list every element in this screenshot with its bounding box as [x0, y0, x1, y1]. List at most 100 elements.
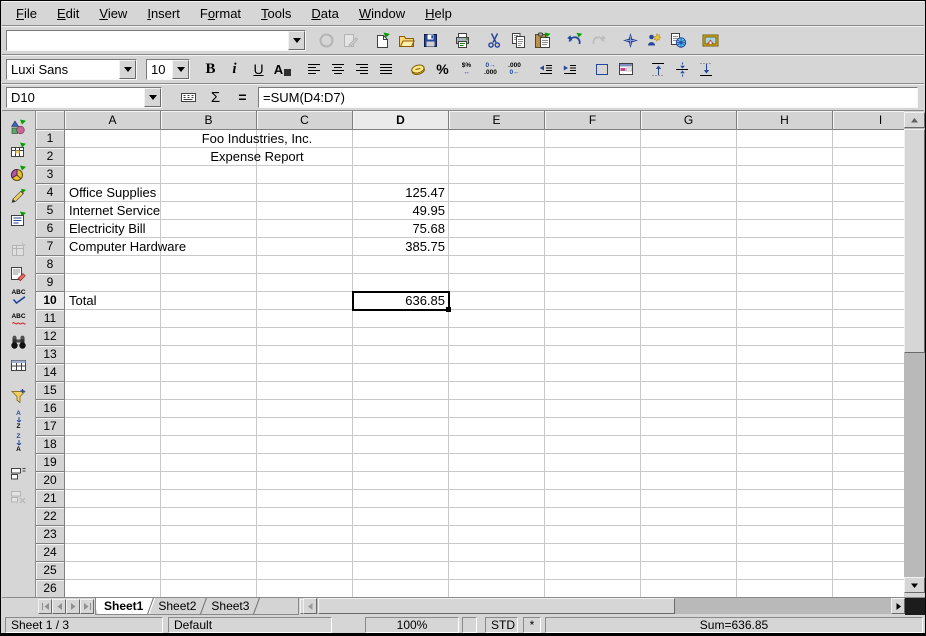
vertical-scrollbar-thumb[interactable] — [904, 129, 925, 353]
align-left-icon[interactable] — [303, 58, 326, 81]
scroll-right-button[interactable] — [891, 598, 905, 614]
font-color-icon[interactable]: A — [271, 58, 294, 81]
paste-icon[interactable] — [531, 29, 554, 52]
menu-insert[interactable]: Insert — [137, 3, 190, 24]
save-icon[interactable] — [419, 29, 442, 52]
spellcheck-icon[interactable]: ABC — [7, 285, 30, 308]
row-header-23[interactable]: 23 — [36, 526, 65, 544]
font-size-input[interactable] — [147, 60, 172, 79]
row-header-1[interactable]: 1 — [36, 130, 65, 148]
row-header-22[interactable]: 22 — [36, 508, 65, 526]
font-name-input[interactable] — [7, 60, 119, 79]
row-header-3[interactable]: 3 — [36, 166, 65, 184]
column-header-G[interactable]: G — [641, 111, 737, 130]
align-top-icon[interactable] — [647, 58, 670, 81]
row-header-9[interactable]: 9 — [36, 274, 65, 292]
row-header-25[interactable]: 25 — [36, 562, 65, 580]
menu-data[interactable]: Data — [301, 3, 348, 24]
align-center-icon[interactable] — [327, 58, 350, 81]
open-icon[interactable] — [395, 29, 418, 52]
sheet-tab-sheet3[interactable]: Sheet3 — [199, 598, 261, 614]
load-url-combo[interactable] — [6, 30, 306, 51]
column-header-B[interactable]: B — [161, 111, 257, 130]
align-justify-icon[interactable] — [375, 58, 398, 81]
menu-file[interactable]: File — [6, 3, 47, 24]
font-size-dropdown-button[interactable] — [172, 60, 189, 79]
borders-icon[interactable] — [591, 58, 614, 81]
align-right-icon[interactable] — [351, 58, 374, 81]
vertical-scrollbar[interactable] — [904, 112, 925, 593]
row-header-17[interactable]: 17 — [36, 418, 65, 436]
scroll-down-button[interactable] — [904, 577, 925, 593]
column-header-E[interactable]: E — [449, 111, 545, 130]
load-url-dropdown-button[interactable] — [288, 31, 305, 50]
cell-D7[interactable]: 385.75 — [353, 238, 449, 256]
row-header-13[interactable]: 13 — [36, 346, 65, 364]
number-format-percent-icon[interactable]: % — [431, 58, 454, 81]
spreadsheet-area[interactable]: Foo Industries, Inc.Expense ReportOffice… — [36, 111, 904, 597]
horizontal-scrollbar-thumb[interactable] — [318, 598, 675, 614]
cell-A7[interactable]: Computer Hardware — [65, 238, 161, 256]
new-document-icon[interactable] — [371, 29, 394, 52]
status-sum[interactable]: Sum=636.85 — [545, 617, 923, 633]
row-header-15[interactable]: 15 — [36, 382, 65, 400]
sort-ascending-icon[interactable]: AZ — [7, 408, 30, 431]
menu-tools[interactable]: Tools — [251, 3, 301, 24]
insert-icon[interactable] — [7, 116, 30, 139]
fill-handle[interactable] — [446, 307, 451, 312]
insert-cells-icon[interactable] — [7, 139, 30, 162]
column-header-H[interactable]: H — [737, 111, 833, 130]
font-name-dropdown-button[interactable] — [119, 60, 136, 79]
scroll-up-button[interactable] — [904, 112, 925, 128]
cell-grid[interactable]: Foo Industries, Inc.Expense ReportOffice… — [65, 130, 904, 597]
status-zoom[interactable]: 100% — [365, 617, 459, 633]
group-icon[interactable] — [7, 462, 30, 485]
align-bottom-icon[interactable] — [695, 58, 718, 81]
cell-A4[interactable]: Office Supplies — [65, 184, 161, 202]
row-header-14[interactable]: 14 — [36, 364, 65, 382]
sort-descending-icon[interactable]: ZA — [7, 431, 30, 454]
align-vcenter-icon[interactable] — [671, 58, 694, 81]
font-name-combo[interactable] — [6, 59, 137, 80]
font-size-combo[interactable] — [146, 59, 190, 80]
delete-decimal-icon[interactable]: .0000← — [503, 58, 526, 81]
active-cell-cursor[interactable] — [352, 291, 450, 311]
print-icon[interactable] — [451, 29, 474, 52]
row-header-16[interactable]: 16 — [36, 400, 65, 418]
underline-icon[interactable]: U — [247, 58, 270, 81]
horizontal-scrollbar[interactable] — [303, 598, 905, 614]
gallery-icon[interactable] — [699, 29, 722, 52]
cut-icon[interactable] — [483, 29, 506, 52]
menu-window[interactable]: Window — [349, 3, 415, 24]
cell-B1[interactable]: Foo Industries, Inc. — [161, 130, 353, 148]
decrease-indent-icon[interactable] — [535, 58, 558, 81]
row-header-18[interactable]: 18 — [36, 436, 65, 454]
column-header-C[interactable]: C — [257, 111, 353, 130]
row-header-21[interactable]: 21 — [36, 490, 65, 508]
autospellcheck-icon[interactable]: ABC — [7, 308, 30, 331]
row-header-20[interactable]: 20 — [36, 472, 65, 490]
draw-functions-icon[interactable] — [7, 185, 30, 208]
add-decimal-icon[interactable]: 0→.000 — [479, 58, 502, 81]
function-wizard-icon[interactable] — [177, 86, 200, 109]
cell-D4[interactable]: 125.47 — [353, 184, 449, 202]
column-header-D[interactable]: D — [353, 111, 449, 130]
cell-reference-input[interactable] — [7, 88, 144, 107]
hyperlink-icon[interactable] — [667, 29, 690, 52]
column-header-F[interactable]: F — [545, 111, 641, 130]
undo-icon[interactable] — [563, 29, 586, 52]
background-color-icon[interactable] — [615, 58, 638, 81]
formula-input[interactable] — [259, 88, 917, 107]
row-header-12[interactable]: 12 — [36, 328, 65, 346]
select-all-corner[interactable] — [36, 111, 65, 130]
row-header-4[interactable]: 4 — [36, 184, 65, 202]
menu-format[interactable]: Format — [190, 3, 251, 24]
cell-B2[interactable]: Expense Report — [161, 148, 353, 166]
function-equals-icon[interactable]: = — [231, 86, 254, 109]
italic-icon[interactable]: i — [223, 58, 246, 81]
column-header-I[interactable]: I — [833, 111, 904, 130]
find-replace-icon[interactable] — [7, 331, 30, 354]
status-page-style[interactable]: Default — [168, 617, 332, 633]
row-header-11[interactable]: 11 — [36, 310, 65, 328]
cell-D5[interactable]: 49.95 — [353, 202, 449, 220]
